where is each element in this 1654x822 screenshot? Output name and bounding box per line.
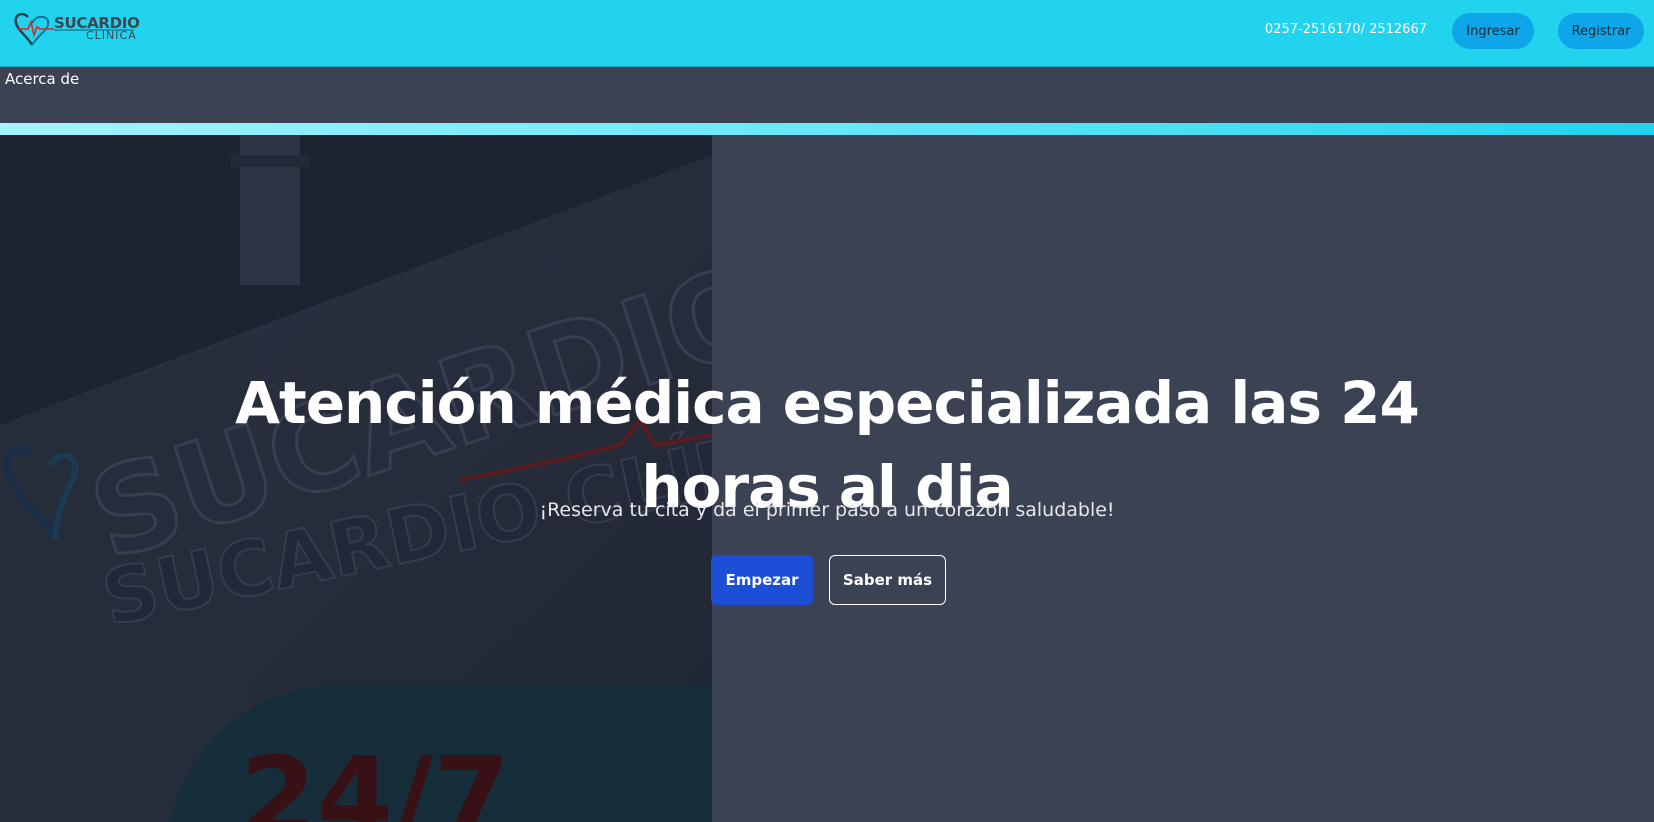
accent-stripe [0,123,1654,135]
clinic-logo[interactable]: SUCARDIO CLINICA [14,9,140,53]
learn-more-button[interactable]: Saber más [829,555,946,605]
register-button[interactable]: Registrar [1558,13,1644,49]
login-button[interactable]: Ingresar [1452,13,1534,49]
sub-navigation: Acerca de [0,67,1654,123]
top-header: SUCARDIO CLINICA 0257-2516170/ 2512667 I… [0,0,1654,67]
hero-subtitle: ¡Reserva tu cita y da el primer paso a u… [539,499,1115,521]
logo-subtitle: CLINICA [86,29,137,42]
start-button[interactable]: Empezar [711,555,813,605]
nav-link-about[interactable]: Acerca de [5,70,79,88]
hero-section: SUCARDIO SUCARDIO CLÍNICA 24/7 Atención … [0,135,1654,822]
phone-number: 0257-2516170/ 2512667 [1264,22,1427,37]
